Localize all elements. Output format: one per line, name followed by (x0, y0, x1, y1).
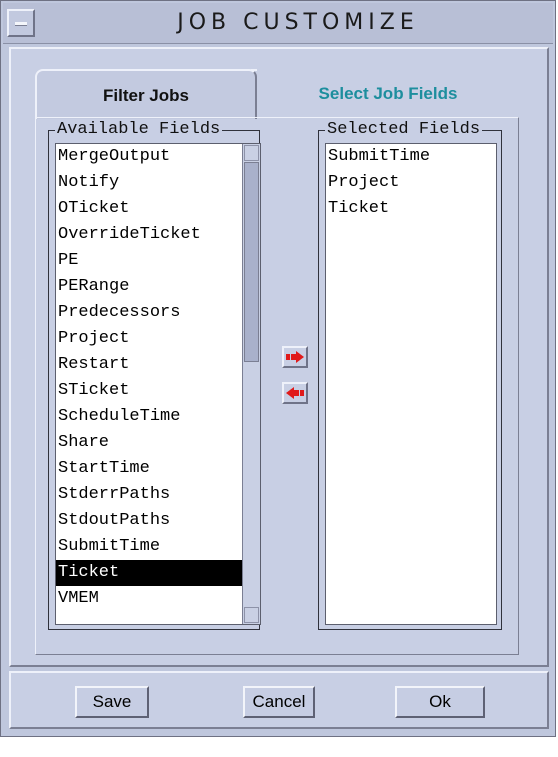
available-list-item[interactable]: Ticket (56, 560, 256, 586)
selected-fields-label: Selected Fields (325, 120, 483, 140)
selected-items-container: SubmitTime Project Ticket (326, 144, 496, 222)
add-field-button[interactable] (282, 346, 308, 368)
arrow-left-icon (286, 387, 304, 399)
page-margin (0, 737, 558, 757)
selected-list-item[interactable]: Ticket (326, 196, 496, 222)
available-list-item[interactable]: StartTime (56, 456, 260, 482)
tab-content-panel: Available Fields MergeOutput Notify OTicke… (35, 117, 519, 655)
available-list-item[interactable]: StdoutPaths (56, 508, 260, 534)
available-list-item[interactable]: STicket (56, 378, 260, 404)
selected-fields-list[interactable]: SubmitTime Project Ticket (325, 143, 497, 625)
tab-select-job-fields[interactable]: Select Job Fields (257, 69, 519, 119)
available-list-item[interactable]: PERange (56, 274, 260, 300)
window-title: JOB CUSTOMIZE (177, 10, 419, 35)
button-bar: Save Cancel Ok (9, 671, 549, 729)
available-list-item[interactable]: ScheduleTime (56, 404, 260, 430)
ok-button[interactable]: Ok (395, 686, 485, 718)
available-list-item[interactable]: OTicket (56, 196, 260, 222)
tab-filter-jobs[interactable]: Filter Jobs (35, 69, 257, 119)
scroll-down-arrow-icon[interactable] (244, 607, 259, 623)
cancel-button[interactable]: Cancel (243, 686, 315, 718)
window-menu-icon (15, 22, 27, 26)
available-list-item[interactable]: Notify (56, 170, 260, 196)
arrow-right-icon (286, 351, 304, 363)
available-list-item[interactable]: StderrPaths (56, 482, 260, 508)
available-list-item[interactable]: VMEM (56, 586, 260, 612)
available-list-item[interactable]: Share (56, 430, 260, 456)
available-list-item[interactable]: SubmitTime (56, 534, 260, 560)
main-frame: Filter Jobs Select Job Fields Available … (9, 47, 549, 667)
window-menu-button[interactable] (7, 9, 35, 37)
scroll-up-arrow-icon[interactable] (244, 145, 259, 161)
available-list-item[interactable]: MergeOutput (56, 144, 260, 170)
scrollbar-thumb[interactable] (244, 162, 259, 362)
available-fields-group: Available Fields MergeOutput Notify OTicke… (48, 120, 261, 630)
available-items-container: MergeOutput Notify OTicket OverrideTicket PE… (56, 144, 260, 612)
selected-list-item[interactable]: Project (326, 170, 496, 196)
available-list-item[interactable]: Project (56, 326, 260, 352)
save-button[interactable]: Save (75, 686, 149, 718)
job-customize-window: JOB CUSTOMIZE Filter Jobs Select Job Fie… (0, 0, 556, 737)
available-fields-label: Available Fields (55, 120, 223, 140)
available-list-item[interactable]: PE (56, 248, 260, 274)
available-list-item[interactable]: Predecessors (56, 300, 260, 326)
remove-field-button[interactable] (282, 382, 308, 404)
available-list-item[interactable]: OverrideTicket (56, 222, 260, 248)
available-scrollbar[interactable] (242, 144, 260, 624)
available-list-item[interactable]: Restart (56, 352, 260, 378)
title-bar: JOB CUSTOMIZE (3, 3, 553, 44)
available-fields-list[interactable]: MergeOutput Notify OTicket OverrideTicket PE… (55, 143, 261, 625)
selected-list-item[interactable]: SubmitTime (326, 144, 496, 170)
selected-fields-group: Selected Fields SubmitTime Project Ticket (318, 120, 502, 630)
